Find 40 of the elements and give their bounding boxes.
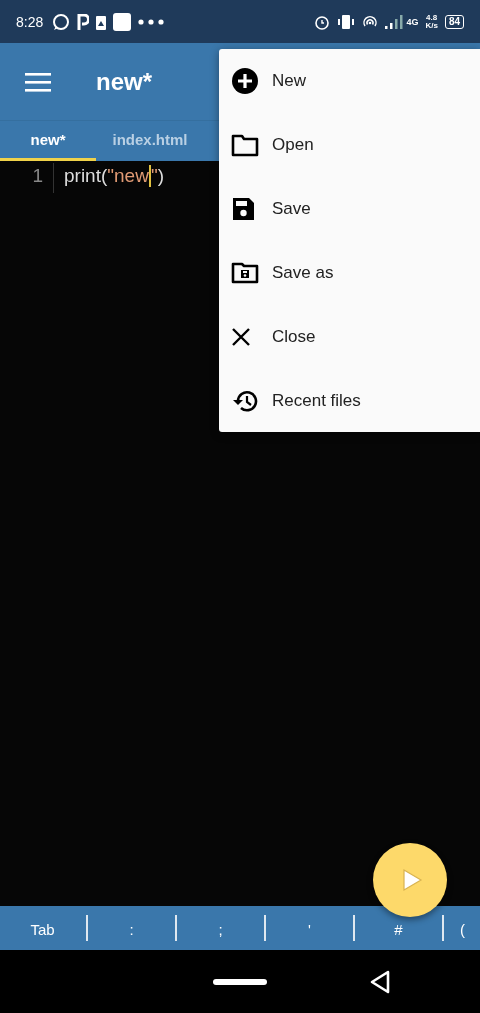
- plus-circle-icon: [231, 67, 259, 95]
- close-icon: [231, 327, 251, 347]
- menu-item[interactable]: Close: [219, 305, 480, 369]
- file-tab[interactable]: index.html: [96, 121, 204, 161]
- chat-icon: [52, 12, 71, 31]
- storage-icon: [96, 13, 107, 30]
- folder-icon: [231, 133, 259, 157]
- play-icon: [401, 868, 423, 892]
- more-icon: [138, 18, 165, 25]
- folder-save-icon: [231, 262, 259, 284]
- app-icon: [113, 12, 132, 31]
- floppy-icon: [231, 197, 255, 221]
- file-tab[interactable]: new*: [0, 121, 96, 161]
- vibrate-icon: [337, 13, 356, 30]
- key-button[interactable]: (: [445, 920, 465, 940]
- app-title: new*: [96, 67, 152, 96]
- code-line: print("new"): [63, 164, 164, 189]
- network-type: 4G: [406, 16, 419, 27]
- key-button[interactable]: #: [356, 920, 441, 940]
- parking-icon: [77, 13, 90, 30]
- alarm-icon: [314, 13, 331, 30]
- status-time: 8:28: [16, 13, 44, 30]
- menu-item[interactable]: Recent files: [219, 369, 480, 433]
- menu-item[interactable]: New: [219, 49, 480, 113]
- key-button[interactable]: Tab: [0, 920, 85, 940]
- back-icon[interactable]: [369, 969, 391, 994]
- key-button[interactable]: :: [89, 920, 174, 940]
- speed-unit: K/s: [425, 21, 438, 30]
- menu-item[interactable]: Save as: [219, 241, 480, 305]
- history-icon: [231, 388, 259, 414]
- menu-icon[interactable]: [25, 71, 51, 92]
- home-icon[interactable]: [213, 978, 267, 985]
- line-number: 1: [0, 163, 54, 193]
- key-button[interactable]: ': [267, 920, 352, 940]
- signal-icon: [385, 14, 404, 29]
- menu-item[interactable]: Open: [219, 113, 480, 177]
- battery-level: 84: [444, 14, 464, 29]
- speed-value: 4.8: [426, 13, 438, 22]
- menu-item[interactable]: Save: [219, 177, 480, 241]
- key-button[interactable]: ;: [178, 920, 263, 940]
